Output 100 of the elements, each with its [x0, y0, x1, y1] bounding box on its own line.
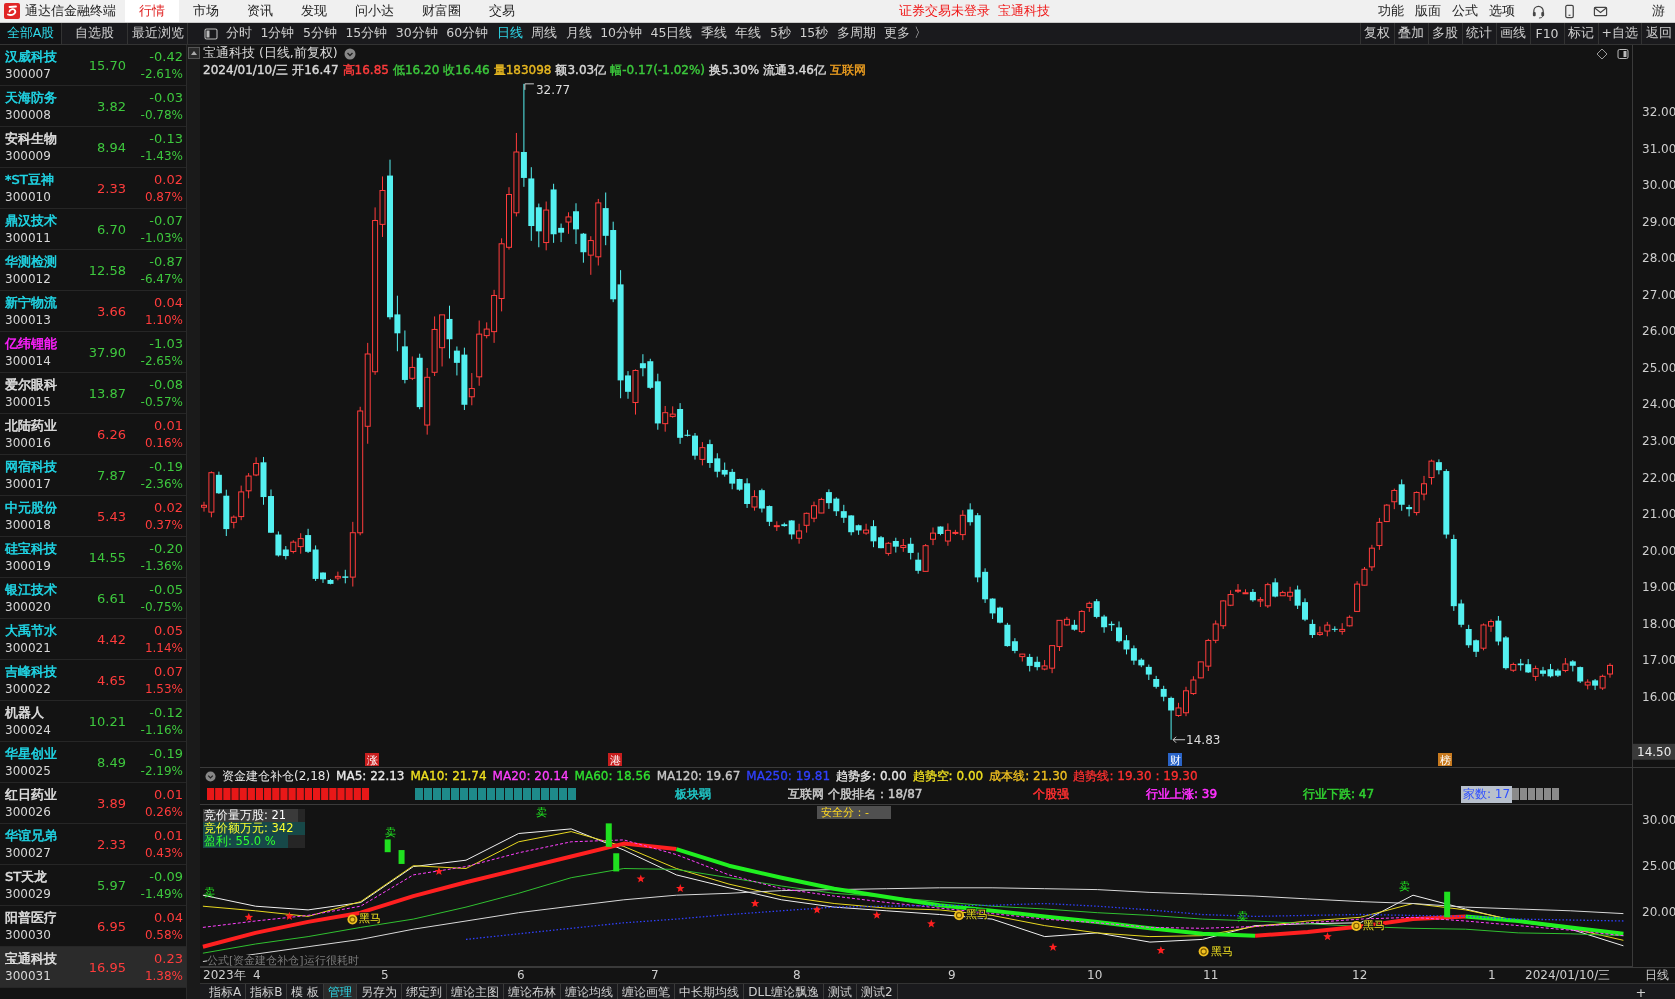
list-tab[interactable]: 最近浏览	[128, 23, 188, 44]
formula-tab[interactable]: 另存为	[357, 984, 403, 999]
stock-price: 2.33	[97, 181, 126, 196]
period-tab[interactable]: 15秒	[799, 25, 829, 42]
formula-tab[interactable]: 中长期均线	[675, 984, 745, 999]
indicator-value: 趋势线: 19.30 : 19.30	[1073, 767, 1198, 785]
stock-row[interactable]: 宝通科技 300031 16.95 0.23 1.38%	[0, 947, 186, 988]
event-tag[interactable]: 财	[1168, 753, 1182, 767]
stock-name: 安科生物	[5, 130, 58, 148]
axis-label: 27.00	[1642, 287, 1675, 302]
toolbar-button[interactable]: 标记	[1563, 23, 1598, 44]
period-tab[interactable]: 45日线	[650, 25, 693, 42]
menu-tab[interactable]: 财富圈	[408, 0, 475, 22]
menu-link[interactable]: 选项	[1489, 2, 1515, 20]
menu-tab[interactable]: 资讯	[233, 0, 287, 22]
phone-icon[interactable]	[1562, 3, 1577, 19]
toolbar-button[interactable]: +自选	[1597, 23, 1641, 44]
toolbar-button[interactable]: 返回	[1641, 23, 1675, 44]
stock-name: 亿纬锂能	[5, 335, 58, 353]
quote-field: 低16.20	[392, 61, 440, 79]
period-tab[interactable]: 季线	[700, 25, 727, 42]
user-label[interactable]: 游	[1652, 2, 1665, 20]
star-icon	[927, 919, 936, 928]
stock-name: 中元股份	[5, 499, 58, 517]
formula-tab[interactable]: 缠论均线	[561, 984, 619, 999]
sell-signal: 卖	[203, 885, 215, 899]
period-tab[interactable]: 15分钟	[345, 25, 388, 42]
indicator-label: 互联网 个股排名：18/87	[788, 785, 924, 803]
formula-tab[interactable]: 指标B	[246, 984, 288, 999]
period-tab[interactable]: 5分钟	[302, 25, 337, 42]
quote-field: 高16.85	[342, 61, 389, 79]
formula-tab[interactable]: 缠论画笔	[618, 984, 676, 999]
period-tab[interactable]: 月线	[565, 25, 592, 42]
formula-tab[interactable]: 测试2	[856, 984, 898, 999]
chevron-circle-icon[interactable]	[205, 770, 216, 782]
quote-field: 换5.30%	[709, 61, 760, 79]
coin-icon	[347, 914, 358, 925]
chart-title: 宝通科技 (日线,前复权)	[203, 45, 338, 62]
scrollbar[interactable]	[186, 45, 200, 999]
sidebar-toggle-icon[interactable]	[204, 26, 218, 41]
formula-tab[interactable]: DLL缠论飘逸	[744, 984, 824, 999]
auction-stat: 竞价额万元: 342	[203, 822, 306, 835]
menu-tab[interactable]: 行情	[125, 0, 179, 22]
percent-change: -1.49%	[140, 886, 183, 903]
event-tag[interactable]: 港	[608, 753, 622, 767]
toolbar-button[interactable]: 多股	[1427, 23, 1462, 44]
stock-price: 4.65	[97, 673, 126, 688]
formula-tab[interactable]: 缠论布林	[504, 984, 562, 999]
diamond-icon[interactable]	[1596, 47, 1608, 60]
stock-code: 300019	[5, 558, 52, 575]
stock-price: 3.66	[97, 304, 126, 319]
formula-tab[interactable]: 测试	[823, 984, 857, 999]
toolbar-button[interactable]: 叠加	[1393, 23, 1428, 44]
sell-signal: 卖	[1236, 910, 1248, 924]
menu-tab[interactable]: 交易	[475, 0, 529, 22]
indicator-value: MA5: 22.13	[336, 769, 405, 783]
period-tab[interactable]: 多周期	[836, 25, 876, 42]
axis-label: 12	[1352, 968, 1368, 983]
period-tab[interactable]: 更多 〉	[884, 25, 928, 42]
headset-icon[interactable]	[1531, 3, 1546, 19]
menu-link[interactable]: 版面	[1415, 2, 1441, 20]
formula-tab[interactable]: 绑定到	[402, 984, 448, 999]
period-tab[interactable]: 年线	[735, 25, 762, 42]
period-tab[interactable]: 周线	[531, 25, 558, 42]
axis-label: 24.00	[1642, 397, 1675, 412]
event-tag[interactable]: 涨	[365, 753, 379, 767]
period-tab[interactable]: 分时	[226, 25, 252, 42]
period-tab[interactable]: 日线	[496, 25, 523, 42]
period-tab[interactable]: 1分钟	[260, 25, 295, 42]
stock-code: 300025	[5, 763, 52, 780]
toolbar-button[interactable]: F10	[1529, 23, 1564, 44]
period-tab[interactable]: 30分钟	[395, 25, 438, 42]
toolbar-button[interactable]: 画线	[1495, 23, 1530, 44]
menu-link[interactable]: 公式	[1452, 2, 1478, 20]
menu-tab[interactable]: 问小达	[341, 0, 408, 22]
menu-tab[interactable]: 市场	[179, 0, 233, 22]
toolbar-button[interactable]: 统计	[1461, 23, 1496, 44]
stock-name: 宝通科技	[5, 950, 58, 968]
axis-label: 17.00	[1642, 653, 1675, 668]
formula-tab[interactable]: 管理	[324, 984, 358, 999]
period-tab[interactable]: 10分钟	[600, 25, 643, 42]
scroll-up-icon[interactable]	[187, 47, 200, 59]
period-tab[interactable]: 60分钟	[446, 25, 489, 42]
toolbar-button[interactable]: 复权	[1359, 23, 1394, 44]
list-tab[interactable]: 自选股	[62, 23, 128, 44]
period-tab[interactable]: 5秒	[769, 25, 791, 42]
percent-change: 1.14%	[144, 640, 183, 657]
percent-change: 0.43%	[144, 845, 183, 862]
formula-tab[interactable]: 指标A	[205, 984, 247, 999]
add-tab-button[interactable]: +	[1633, 984, 1649, 999]
formula-tab[interactable]: 缠论主图	[447, 984, 505, 999]
panel-toggle-icon[interactable]	[1617, 47, 1629, 60]
stock-code: 300016	[5, 435, 52, 452]
axis-label: 16.00	[1642, 689, 1675, 704]
menu-link[interactable]: 功能	[1378, 2, 1404, 20]
chevron-circle-icon[interactable]	[343, 47, 356, 60]
menu-tab[interactable]: 发现	[287, 0, 341, 22]
cursor-price-label: 14.50	[1633, 743, 1675, 760]
stock-code: 300017	[5, 476, 52, 493]
list-tab[interactable]: 全部A股	[0, 23, 62, 44]
